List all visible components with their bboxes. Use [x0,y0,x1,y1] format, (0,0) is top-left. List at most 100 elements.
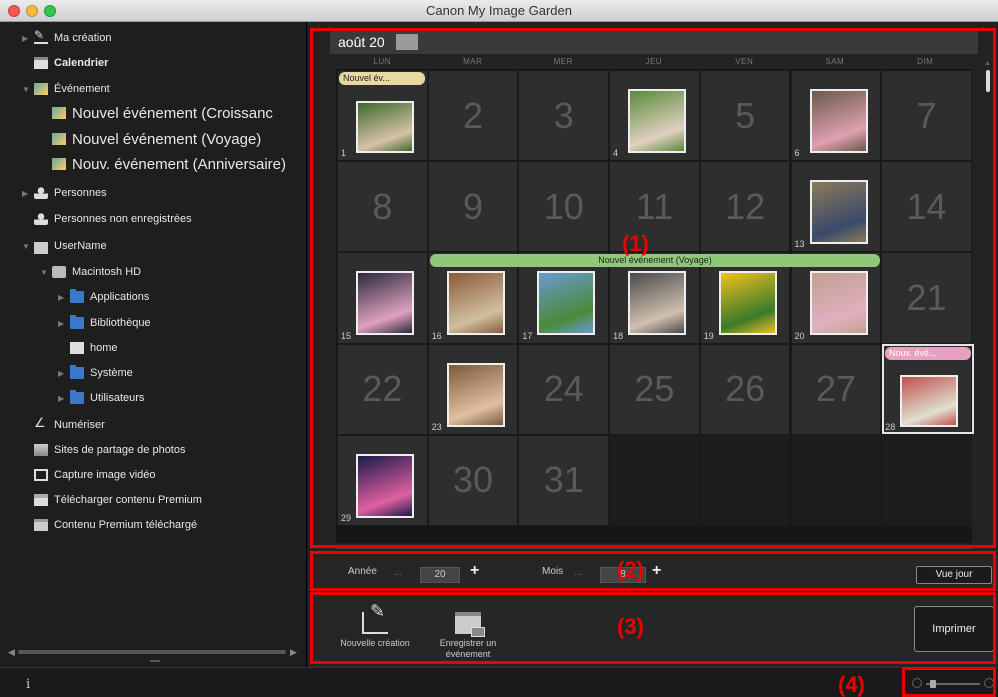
sidebar-item-t-l-charger-contenu-premium[interactable]: Télécharger contenu Premium [22,489,202,511]
calendar-day-8[interactable]: 8 [337,161,428,253]
disclosure-closed-icon[interactable]: ▶ [58,293,70,302]
calendar-day-24[interactable]: 24 [518,343,610,435]
print-button[interactable]: Imprimer [914,606,994,652]
close-window-button[interactable] [8,5,20,17]
sidebar-item-num-riser[interactable]: Numériser [22,414,105,436]
new-creation-button[interactable]: Nouvelle création [338,606,412,649]
calendar-day-13[interactable]: 13 [790,161,882,253]
calendar-day-2[interactable]: 2 [427,70,519,162]
sidebar-item-sites-de-partage-de-photos[interactable]: Sites de partage de photos [22,439,185,461]
day-number: 1 [341,148,347,159]
sidebar-item-ma-cr-ation[interactable]: ▶ Ma création [22,27,111,49]
calendar-day-25[interactable]: 25 [609,343,700,435]
scrollbar-thumb[interactable] [986,70,990,92]
calendar-day-27[interactable]: 27 [790,343,882,435]
sidebar-item-personnes[interactable]: ▶ Personnes [22,182,107,204]
calendar-day-6[interactable]: 6 [790,70,882,162]
calendar-day-5[interactable]: 5 [699,70,791,162]
calendar-day-14[interactable]: 14 [881,161,972,253]
day-number: 17 [522,330,533,341]
sidebar-resize-grip[interactable] [150,660,160,662]
event-banner-voyage[interactable]: Nouvel événement (Voyage) [430,254,880,267]
photo-thumbnail[interactable] [809,180,868,245]
disclosure-open-icon[interactable]: ▼ [40,268,52,277]
disclosure-open-icon[interactable]: ▼ [22,85,34,94]
sidebar-horizontal-scrollbar[interactable] [18,650,286,654]
share-icon [34,444,48,456]
photo-thumbnail[interactable] [446,271,505,336]
calendar-day-31[interactable]: 31 [518,434,610,526]
calendar-day-7[interactable]: 7 [881,70,972,162]
sidebar-item-home[interactable]: home [58,337,118,359]
sidebar-item-biblioth-que[interactable]: ▶ Bibliothèque [58,312,151,334]
disclosure-closed-icon[interactable]: ▶ [58,394,70,403]
zoom-knob[interactable] [930,680,936,688]
sidebar-item-calendrier[interactable]: Calendrier [22,52,108,74]
calendar-day-3[interactable]: 3 [518,70,610,162]
calendar-day-15[interactable]: 15 [337,252,428,344]
home-folder-icon [70,342,84,354]
photo-thumbnail[interactable] [356,453,414,518]
sidebar-item-v-nement[interactable]: ▼ Événement [22,78,110,100]
calendar-day-21[interactable]: 21 [881,252,972,344]
zoom-out-icon[interactable] [912,678,922,688]
scroll-up-arrow-icon[interactable]: ▲ [984,60,991,67]
calendar-day-10[interactable]: 10 [518,161,610,253]
register-event-button[interactable]: Enregistrer un événement [420,612,516,660]
calendar-horizontal-scrollbar[interactable] [336,545,972,549]
photo-thumbnail[interactable] [356,271,414,336]
calendar-day-30[interactable]: 30 [427,434,519,526]
calendar-day-29[interactable]: 29 [337,434,428,526]
new-creation-label: Nouvelle création [340,638,410,648]
disclosure-closed-icon[interactable]: ▶ [58,319,70,328]
photo-thumbnail[interactable] [718,271,777,336]
event-tag-day1[interactable]: Nouvel év... [339,72,425,85]
calendar-day-4[interactable]: 4 [609,70,700,162]
sidebar-item-nouv-v-nement-anniversaire[interactable]: Nouv. événement (Anniversaire) [40,153,286,175]
scroll-right-arrow-icon[interactable]: ▶ [290,647,297,658]
calendar-day-22[interactable]: 22 [337,343,428,435]
photo-thumbnail[interactable] [809,271,868,336]
photo-thumbnail[interactable] [537,271,596,336]
zoom-in-icon[interactable] [984,678,994,688]
photo-thumbnail[interactable] [809,89,868,153]
sidebar-item-utilisateurs[interactable]: ▶ Utilisateurs [58,387,144,409]
photo-thumbnail[interactable] [356,101,414,153]
event-tag-day28[interactable]: Nouv. évé... [885,347,971,360]
photo-thumbnail[interactable] [628,89,687,153]
minimize-window-button[interactable] [26,5,38,17]
calendar-vertical-scrollbar[interactable]: ▲ [984,60,992,542]
sidebar-item-applications[interactable]: ▶ Applications [58,286,149,308]
sidebar-item-macintosh-hd[interactable]: ▼ Macintosh HD [40,261,141,283]
year-dots: ... [394,567,403,578]
sidebar-item-label: Numériser [54,419,105,431]
photo-thumbnail[interactable] [628,271,687,336]
disclosure-open-icon[interactable]: ▼ [22,242,34,251]
sidebar-item-capture-image-vid-o[interactable]: Capture image vidéo [22,464,156,486]
day-view-button[interactable]: Vue jour [916,566,992,584]
sidebar-item-username[interactable]: ▼ UserName [22,235,107,257]
year-field[interactable]: 20 [420,567,460,583]
zoom-slider[interactable] [912,678,994,690]
sidebar-item-syst-me[interactable]: ▶ Système [58,362,133,384]
calendar-day-9[interactable]: 9 [427,161,519,253]
year-plus-button[interactable]: + [470,562,479,580]
unregistered-person-icon [34,213,48,225]
disclosure-closed-icon[interactable]: ▶ [22,34,34,43]
pencil-icon [34,28,48,44]
sidebar-item-contenu-premium-t-l-charg[interactable]: Contenu Premium téléchargé [22,514,197,536]
photo-thumbnail[interactable] [446,362,505,427]
calendar-day-23[interactable]: 23 [427,343,519,435]
sidebar-item-personnes-non-enregistr-es[interactable]: Personnes non enregistrées [22,208,192,230]
sidebar-item-nouvel-v-nement-croissanc[interactable]: Nouvel événement (Croissanc [40,102,273,124]
disclosure-closed-icon[interactable]: ▶ [58,369,70,378]
disclosure-closed-icon[interactable]: ▶ [22,189,34,198]
calendar-day-26[interactable]: 26 [699,343,791,435]
zoom-window-button[interactable] [44,5,56,17]
month-plus-button[interactable]: + [652,562,661,580]
info-icon[interactable]: i [26,677,30,692]
day-number: 5 [735,94,756,136]
sidebar-item-nouvel-v-nement-voyage[interactable]: Nouvel événement (Voyage) [40,128,261,150]
calendar-day-12[interactable]: 12 [699,161,791,253]
scroll-left-arrow-icon[interactable]: ◀ [8,647,15,658]
